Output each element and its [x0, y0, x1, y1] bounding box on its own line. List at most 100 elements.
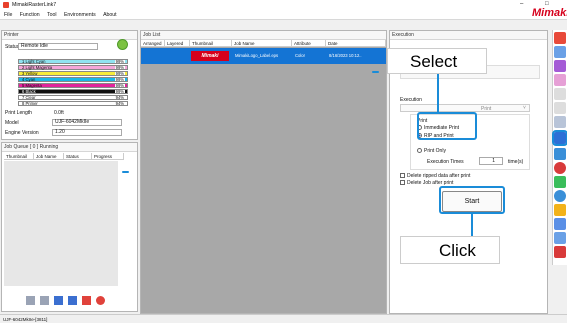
- copy-tool-icon-2[interactable]: [554, 218, 566, 230]
- select-highlight: [417, 112, 477, 140]
- ink-row: 6 Black 99%: [18, 89, 128, 94]
- ink-row: 1 Light Cyan 99%: [18, 59, 128, 64]
- engine-version-value: 1.20: [52, 129, 122, 136]
- queue-bottom-icon[interactable]: [40, 296, 49, 305]
- select-callout: Select: [387, 48, 487, 74]
- menu-function[interactable]: Function: [20, 12, 40, 18]
- checkbox-icon: [400, 173, 405, 179]
- ink-name: 1 Light Cyan: [22, 59, 46, 64]
- printer-panel-title: Printer: [2, 31, 137, 40]
- ink-row: 4 Cyan 99%: [18, 77, 128, 82]
- right-toolbar: [552, 30, 567, 265]
- job-queue-title: Job Queue [ 0 ] Running: [2, 143, 137, 152]
- menu-about[interactable]: About: [103, 12, 117, 18]
- job-list-header: Arranged Layered Thumbnail Job Name Attr…: [141, 40, 386, 47]
- job-queue-panel: Job Queue [ 0 ] Running Thumbnail Job Na…: [1, 142, 138, 312]
- ink-name: 2 Light Magenta: [22, 65, 53, 70]
- search-tool-icon[interactable]: [554, 60, 566, 72]
- ink-row: 5 Magenta 99%: [18, 83, 128, 88]
- ink-percent: 94%: [114, 95, 125, 100]
- ink-percent: 99%: [114, 77, 125, 82]
- ink-row: 2 Light Magenta 99%: [18, 65, 128, 70]
- job-list-title: Job List: [141, 31, 386, 40]
- blank-tool-icon-2[interactable]: [554, 102, 566, 114]
- ink-percent: 99%: [114, 71, 125, 76]
- ink-row: 8 Primer 94%: [18, 101, 128, 106]
- star-tool-icon[interactable]: [554, 204, 566, 216]
- menu-environments[interactable]: Environments: [64, 12, 96, 18]
- ink-name: 5 Magenta: [22, 83, 42, 88]
- queue-pause-icon[interactable]: [68, 296, 77, 305]
- select-callout-line: [437, 74, 439, 112]
- model-label: Model: [5, 120, 19, 126]
- ink-name: 6 Black: [22, 89, 36, 94]
- queue-top-icon[interactable]: [26, 296, 35, 305]
- col-date: Date: [326, 40, 386, 47]
- color-tool-icon[interactable]: [554, 162, 566, 174]
- delete-ripped-label: Delete ripped data after print: [407, 173, 471, 179]
- minimize-button[interactable]: –: [520, 1, 523, 7]
- ink-percent: 99%: [114, 89, 125, 94]
- ink-name: 7 Clear: [22, 95, 36, 100]
- queue-header: Thumbnail Job Name Status Progress: [4, 153, 124, 160]
- ripping-tool-icon[interactable]: [554, 32, 566, 44]
- job-row-selected[interactable]: Mimaki MimakiLogo_Label.eps Color 8/16/2…: [141, 48, 386, 64]
- ink-percent: 99%: [114, 59, 125, 64]
- status-bar: UJF-6042MkIIe-[3811]: [0, 314, 567, 323]
- delete-ripped-checkbox[interactable]: Delete ripped data after print: [400, 173, 470, 179]
- queue-col-job-name: Job Name: [34, 153, 64, 160]
- ink-name: 8 Primer: [22, 101, 38, 106]
- ink-percent: 94%: [114, 101, 125, 106]
- status-value: Remote Idle: [18, 43, 98, 50]
- print-only-option[interactable]: Print Only: [417, 148, 446, 154]
- menu-file[interactable]: File: [4, 12, 12, 18]
- printer-panel: Printer Status Remote Idle 1 Light Cyan 9…: [1, 30, 138, 140]
- radio-off-icon: [417, 148, 422, 154]
- execution-type-value: Print: [481, 106, 492, 112]
- menu-bar: File Function Tool Environments About Mi…: [0, 7, 567, 20]
- execution-times-input[interactable]: 1: [479, 157, 503, 165]
- flag-tool-icon[interactable]: [554, 246, 566, 258]
- copy-tool-icon[interactable]: [554, 116, 566, 128]
- queue-up-icon[interactable]: [54, 296, 63, 305]
- image-tool-icon[interactable]: [554, 46, 566, 58]
- trash-tool-icon[interactable]: [554, 232, 566, 244]
- execution-group-label: Execution: [400, 97, 422, 103]
- app-icon: [3, 2, 9, 8]
- queue-col-status: Status: [64, 153, 92, 160]
- network-tool-icon[interactable]: [554, 148, 566, 160]
- job-thumbnail: Mimaki: [191, 51, 229, 61]
- print-only-label: Print Only: [424, 148, 446, 154]
- queue-drag-handle[interactable]: [122, 171, 129, 173]
- execution-times-label: Execution Times: [427, 159, 464, 165]
- col-thumbnail: Thumbnail: [190, 40, 232, 47]
- execution-type-select[interactable]: Print ˅: [400, 104, 530, 112]
- menu-tool[interactable]: Tool: [47, 12, 57, 18]
- queue-list-area[interactable]: [4, 161, 118, 286]
- ink-percent: 99%: [114, 83, 125, 88]
- blank-tool-icon[interactable]: [554, 88, 566, 100]
- layout-tool-icon[interactable]: [554, 74, 566, 86]
- select-callout-text: Select: [410, 52, 458, 71]
- ink-row: 3 Yellow 99%: [18, 71, 128, 76]
- print-length-value: 0.0ft: [54, 110, 64, 116]
- click-callout-text: Click: [439, 241, 476, 260]
- job-name: MimakiLogo_Label.eps: [235, 53, 279, 58]
- click-callout-line: [471, 214, 473, 236]
- chevron-down-icon: ˅: [523, 105, 526, 111]
- queue-stop-icon[interactable]: [96, 296, 105, 305]
- ink-name: 3 Yellow: [22, 71, 38, 76]
- model-value: UJF-6042MkIIe: [52, 119, 122, 126]
- execution-tool-icon[interactable]: [552, 130, 567, 146]
- globe-tool-icon[interactable]: [554, 190, 566, 202]
- col-layered: Layered: [165, 40, 190, 47]
- queue-delete-icon[interactable]: [82, 296, 91, 305]
- printer-status-icon: [117, 39, 128, 50]
- green-tool-icon[interactable]: [554, 176, 566, 188]
- click-callout: Click: [400, 236, 500, 264]
- job-list-drag-handle[interactable]: [372, 71, 379, 73]
- ink-row: 7 Clear 94%: [18, 95, 128, 100]
- engine-version-label: Engine Version: [5, 130, 39, 136]
- status-bar-text: UJF-6042MkIIe-[3811]: [3, 317, 48, 322]
- start-highlight: [439, 186, 505, 214]
